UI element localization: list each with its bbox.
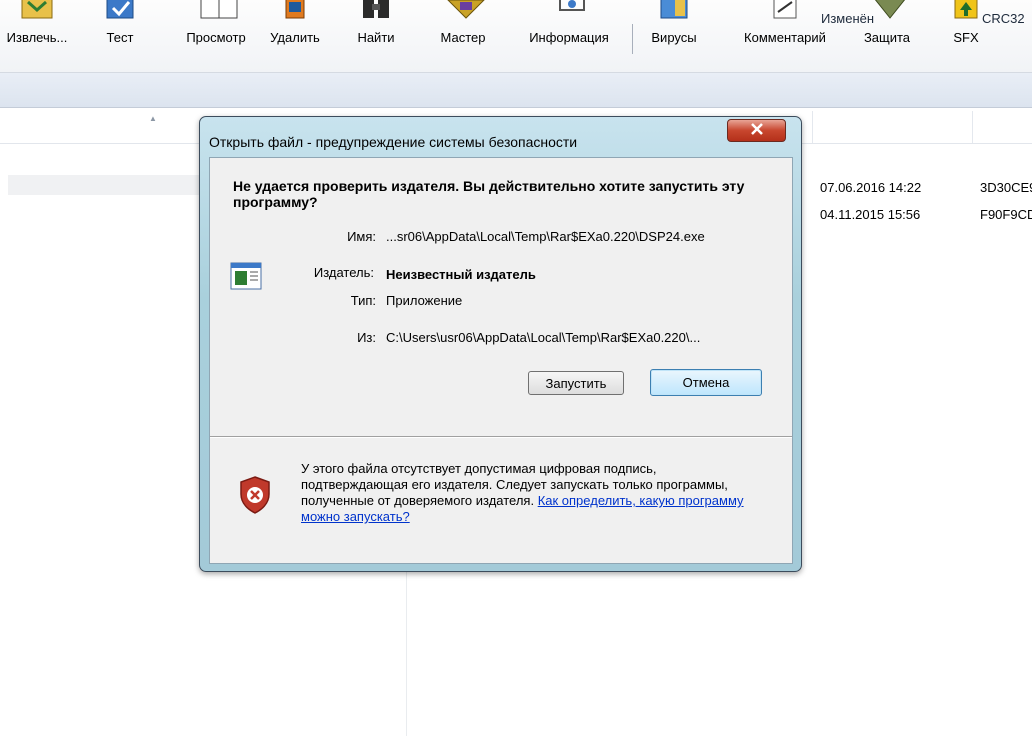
toolbar-separator xyxy=(632,24,633,54)
warning-message: У этого файла отсутствует допустимая циф… xyxy=(301,461,761,525)
extract-icon xyxy=(20,0,54,20)
name-label: Имя: xyxy=(347,229,376,244)
dialog-body: Не удается проверить издателя. Вы действ… xyxy=(209,157,793,564)
toolbar-label: Комментарий xyxy=(744,30,826,45)
toolbar-label: Вирусы xyxy=(651,30,697,45)
dialog-title: Открыть файл - предупреждение системы бе… xyxy=(209,134,578,150)
toolbar-sfx-button[interactable]: SFX xyxy=(946,0,986,72)
column-divider[interactable] xyxy=(972,111,973,143)
toolbar-label: Мастер xyxy=(440,30,486,45)
protect-icon xyxy=(870,0,906,20)
shield-error-icon xyxy=(239,476,271,517)
toolbar-test-button[interactable]: Тест xyxy=(100,0,140,72)
column-divider[interactable] xyxy=(812,111,813,143)
security-warning-dialog: Открыть файл - предупреждение системы бе… xyxy=(199,116,802,572)
toolbar-delete-button[interactable]: Удалить xyxy=(260,0,330,72)
publisher-label: Издатель: xyxy=(313,265,374,280)
application-icon xyxy=(230,262,262,293)
view-icon xyxy=(199,0,238,20)
info-icon xyxy=(552,0,586,20)
toolbar-label: Просмотр xyxy=(186,30,246,45)
table-cell-crc32[interactable]: 3D30CE9 xyxy=(980,180,1032,195)
toolbar-label: Тест xyxy=(106,30,134,45)
close-icon xyxy=(750,123,764,138)
type-label: Тип: xyxy=(350,293,376,308)
toolbar-label: Защита xyxy=(863,30,911,45)
delete-icon xyxy=(278,0,312,20)
toolbar-find-button[interactable]: Найти xyxy=(350,0,402,72)
toolbar: Извлечь... Тест Просмотр Удалить Найти М… xyxy=(0,0,1032,73)
column-header-modified[interactable]: Изменён xyxy=(821,11,874,26)
toolbar-label: Найти xyxy=(357,30,395,45)
run-button[interactable]: Запустить xyxy=(528,371,624,395)
sort-ascending-icon[interactable]: ▲ xyxy=(149,114,157,123)
virus-scan-icon xyxy=(657,0,691,20)
sfx-icon xyxy=(949,0,983,20)
from-label: Из: xyxy=(357,330,376,345)
from-value: C:\Users\usr06\AppData\Local\Temp\Rar$EX… xyxy=(386,330,701,345)
column-header-crc32[interactable]: CRC32 xyxy=(982,11,1025,26)
publisher-value: Неизвестный издатель xyxy=(386,267,536,282)
test-icon xyxy=(103,0,137,20)
table-cell-crc32[interactable]: F90F9CD xyxy=(980,207,1032,222)
type-value: Приложение xyxy=(386,293,463,308)
table-cell-modified[interactable]: 04.11.2015 15:56 xyxy=(820,207,920,222)
toolbar-extract-button[interactable]: Извлечь... xyxy=(0,0,74,72)
divider xyxy=(210,437,792,438)
cancel-button[interactable]: Отмена xyxy=(650,369,762,396)
name-value: ...sr06\AppData\Local\Temp\Rar$EXa0.220\… xyxy=(386,229,705,244)
toolbar-label: Извлечь... xyxy=(6,30,68,45)
toolbar-label: SFX xyxy=(953,30,979,45)
toolbar-virus-button[interactable]: Вирусы xyxy=(638,0,710,72)
toolbar-wizard-button[interactable]: Мастер xyxy=(433,0,493,72)
toolbar-view-button[interactable]: Просмотр xyxy=(176,0,256,72)
toolbar-info-button[interactable]: Информация xyxy=(512,0,626,72)
find-icon xyxy=(359,0,393,20)
toolbar-label: Информация xyxy=(529,30,609,45)
close-button[interactable] xyxy=(727,119,786,142)
toolbar-label: Удалить xyxy=(270,30,320,45)
comment-icon xyxy=(768,0,802,20)
wizard-icon xyxy=(446,0,485,20)
dialog-question: Не удается проверить издателя. Вы действ… xyxy=(233,178,745,210)
address-bar xyxy=(0,73,1032,108)
table-cell-modified[interactable]: 07.06.2016 14:22 xyxy=(820,180,921,195)
